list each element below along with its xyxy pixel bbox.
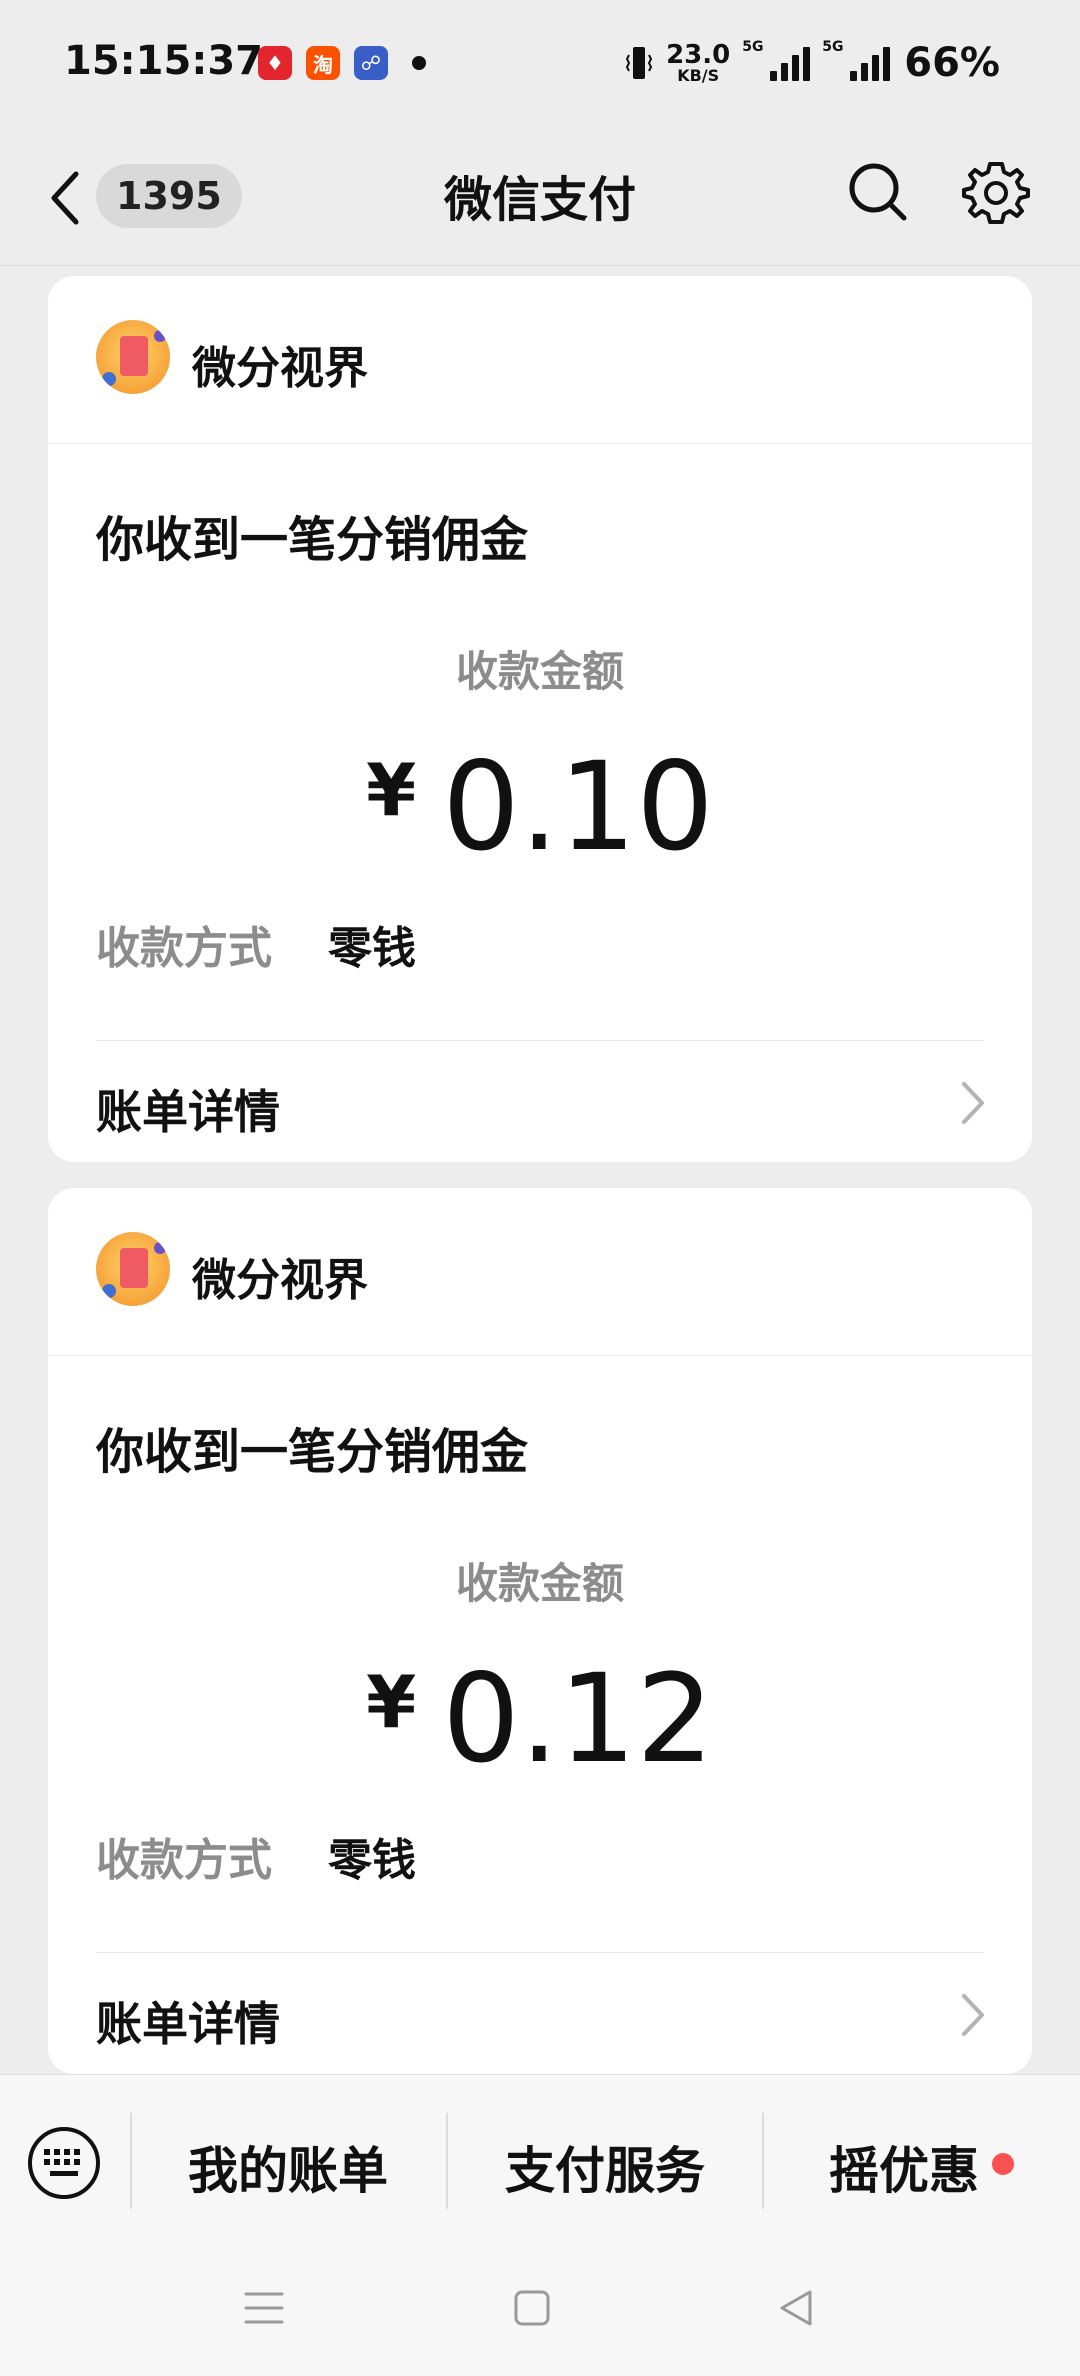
signal-icon-1: 5G (742, 39, 811, 81)
menu-payment-services[interactable]: 支付服务 (448, 2131, 762, 2203)
bottom-menu: 我的账单 支付服务 摇优惠 (0, 2074, 1080, 2244)
status-bar: 15:15:37 ♦ 淘 ☍ 23.0 KB/S 5G 5G 66% (0, 0, 1080, 130)
payment-method-label: 收款方式 (96, 923, 272, 974)
network-speed-unit: KB/S (677, 66, 720, 85)
more-notifications-dot-icon (412, 56, 426, 70)
home-icon[interactable] (512, 2288, 552, 2328)
amount-label: 收款金额 (455, 1559, 624, 1608)
app-icon-securities: ♦ (258, 46, 292, 80)
payment-method-value: 零钱 (328, 1835, 416, 1886)
card-header[interactable]: 微分视界 (48, 276, 1032, 444)
currency-symbol: ¥ (366, 1660, 417, 1744)
vibrate-icon (626, 47, 653, 79)
amount-value: 0.12 (442, 1648, 714, 1790)
keyboard-icon[interactable] (26, 2125, 102, 2201)
bill-details-label: 账单详情 (96, 1997, 280, 2051)
amount: ¥0.12 (48, 1658, 1032, 1780)
page-title: 微信支付 (443, 172, 636, 228)
gear-icon[interactable] (962, 158, 1030, 226)
payment-card[interactable]: 微分视界 你收到一笔分销佣金 收款金额 ¥0.12 收款方式 零钱 账单详情 (48, 1188, 1032, 2074)
message-feed[interactable]: 微分视界 你收到一笔分销佣金 收款金额 ¥0.10 收款方式 零钱 账单详情 微… (0, 266, 1080, 2074)
status-indicators: 23.0 KB/S 5G 5G 66% (626, 39, 1000, 86)
back-icon[interactable] (776, 2288, 816, 2328)
merchant-name[interactable]: 微分视界 (192, 332, 368, 396)
status-time: 15:15:37 (64, 38, 263, 84)
divider (96, 1040, 984, 1041)
merchant-avatar[interactable] (96, 320, 170, 394)
search-icon[interactable] (846, 160, 910, 224)
signal-icon-2: 5G (822, 39, 891, 81)
signal-tag-2: 5G (822, 39, 844, 55)
currency-symbol: ¥ (366, 748, 417, 832)
battery-level: 66% (904, 40, 1000, 86)
merchant-name[interactable]: 微分视界 (192, 1244, 368, 1308)
nav-bar: 1395 微信支付 (0, 130, 1080, 266)
menu-icon[interactable] (244, 2288, 284, 2328)
menu-my-bills[interactable]: 我的账单 (130, 2131, 446, 2203)
bill-details-label: 账单详情 (96, 1085, 280, 1139)
system-navigation-bar (0, 2244, 1080, 2376)
payment-card[interactable]: 微分视界 你收到一笔分销佣金 收款金额 ¥0.10 收款方式 零钱 账单详情 (48, 276, 1032, 1162)
card-header[interactable]: 微分视界 (48, 1188, 1032, 1356)
notification-app-icons: ♦ 淘 ☍ (258, 46, 426, 80)
bill-details-link[interactable]: 账单详情 (48, 1954, 1032, 2074)
network-speed-value: 23.0 (666, 40, 731, 70)
bill-details-link[interactable]: 账单详情 (48, 1042, 1032, 1162)
chevron-right-icon (962, 1082, 984, 1124)
merchant-avatar[interactable] (96, 1232, 170, 1306)
amount-label: 收款金额 (455, 647, 624, 696)
app-icon-bank: ☍ (354, 46, 388, 80)
divider (96, 1952, 984, 1953)
payment-method-value: 零钱 (328, 923, 416, 974)
signal-tag-1: 5G (742, 39, 764, 55)
app-icon-taobao: 淘 (306, 46, 340, 80)
payment-method-label: 收款方式 (96, 1835, 272, 1886)
chevron-right-icon (962, 1994, 984, 2036)
new-indicator-dot (992, 2153, 1014, 2175)
card-title: 你收到一笔分销佣金 (96, 1424, 529, 1480)
network-speed: 23.0 KB/S (666, 42, 730, 84)
amount-value: 0.10 (442, 736, 714, 878)
amount: ¥0.10 (48, 746, 1032, 868)
card-title: 你收到一笔分销佣金 (96, 512, 529, 568)
